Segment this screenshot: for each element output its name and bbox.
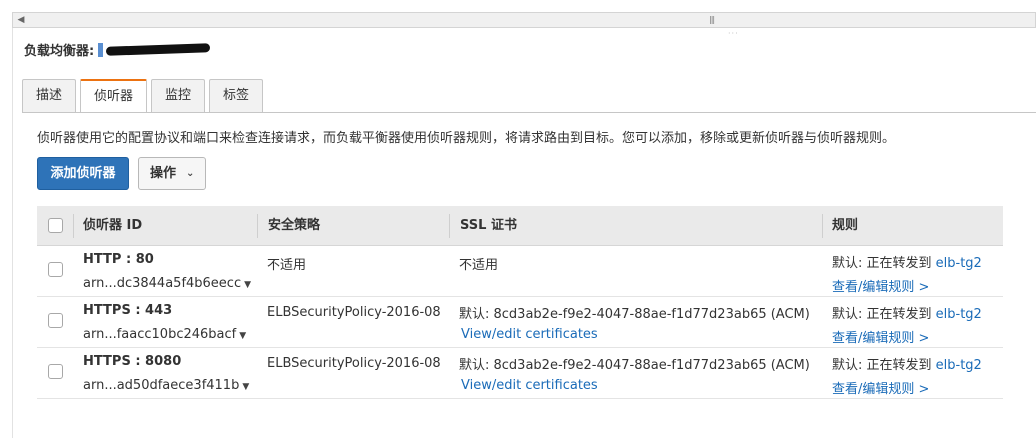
rule-text: 默认: 正在转发到: [832, 256, 932, 271]
column-header-ssl-certificate[interactable]: SSL 证书: [460, 206, 517, 246]
ssl-certificate: 默认: 8cd3ab2e-f9e2-4047-88ae-f1d77d23ab65…: [459, 307, 810, 322]
column-divider: [822, 214, 823, 238]
tab-description[interactable]: 描述: [22, 79, 77, 112]
table-row[interactable]: HTTPS : 443 arn...faacc10bc246bacf ▼ ELBS…: [37, 297, 1003, 348]
listener-protocol-port: HTTPS : 443: [83, 303, 173, 318]
rule-default: 默认: 正在转发到 elb-tg2: [832, 354, 982, 373]
tab-monitoring[interactable]: 监控: [151, 79, 206, 112]
column-header-listener-id[interactable]: 侦听器 ID: [83, 206, 142, 246]
actions-dropdown-button[interactable]: 操作 ⌄: [138, 157, 206, 190]
select-all-checkbox[interactable]: [48, 218, 63, 233]
chevron-down-icon: ⌄: [186, 168, 195, 179]
resize-grip-icon[interactable]: ···: [728, 28, 739, 40]
horizontal-scrollbar[interactable]: ◀ |||: [12, 12, 1036, 28]
listener-arn-text: arn...faacc10bc246bacf: [83, 327, 237, 342]
redacted-load-balancer-name: [106, 43, 211, 56]
listener-arn[interactable]: arn...ad50dfaece3f411b ▼: [83, 378, 249, 393]
load-balancer-label: 负载均衡器:: [24, 44, 95, 59]
detail-tabs: 描述 侦听器 监控 标签: [22, 79, 267, 113]
row-checkbox[interactable]: [48, 262, 63, 277]
listener-arn[interactable]: arn...faacc10bc246bacf ▼: [83, 327, 246, 342]
table-row[interactable]: HTTP : 80 arn...dc3844a5f4b6eecc ▼ 不适用 不适…: [37, 246, 1003, 297]
column-header-rules[interactable]: 规则: [832, 206, 858, 246]
tab-tags[interactable]: 标签: [209, 79, 264, 112]
grip-icon[interactable]: |||: [709, 13, 715, 27]
caret-down-icon[interactable]: ▼: [242, 382, 249, 392]
target-group-link[interactable]: elb-tg2: [936, 358, 982, 373]
listener-arn-text: arn...dc3844a5f4b6eecc: [83, 276, 242, 291]
target-group-link[interactable]: elb-tg2: [936, 256, 982, 271]
ssl-certificate: 不适用: [459, 258, 499, 273]
listener-arn-text: arn...ad50dfaece3f411b: [83, 378, 240, 393]
view-edit-certificates-link[interactable]: View/edit certificates: [461, 327, 598, 342]
column-divider: [257, 214, 258, 238]
security-policy: ELBSecurityPolicy-2016-08: [267, 356, 441, 371]
listeners-table: 侦听器 ID 安全策略 SSL 证书 规则 HTTP : 80 arn...dc…: [37, 206, 1003, 399]
row-checkbox[interactable]: [48, 313, 63, 328]
security-policy: ELBSecurityPolicy-2016-08: [267, 305, 441, 320]
table-row[interactable]: HTTPS : 8080 arn...ad50dfaece3f411b ▼ ELB…: [37, 348, 1003, 399]
column-divider: [73, 214, 74, 238]
listener-protocol-port: HTTP : 80: [83, 252, 154, 267]
rule-default: 默认: 正在转发到 elb-tg2: [832, 303, 982, 322]
load-balancer-header: 负载均衡器:: [24, 40, 211, 59]
panel-border: [12, 28, 13, 438]
security-policy: 不适用: [267, 258, 307, 273]
listener-protocol-port: HTTPS : 8080: [83, 354, 182, 369]
add-listener-button[interactable]: 添加侦听器: [37, 157, 129, 190]
scroll-left-icon[interactable]: ◀: [13, 13, 29, 27]
rule-text: 默认: 正在转发到: [832, 307, 932, 322]
listeners-description: 侦听器使用它的配置协议和端口来检查连接请求，而负载平衡器使用侦听器规则，将请求路…: [37, 131, 896, 146]
tab-listeners[interactable]: 侦听器: [80, 79, 148, 113]
listener-arn[interactable]: arn...dc3844a5f4b6eecc ▼: [83, 276, 251, 291]
column-divider: [449, 214, 450, 238]
view-edit-certificates-link[interactable]: View/edit certificates: [461, 378, 598, 393]
caret-down-icon[interactable]: ▼: [239, 331, 246, 341]
rule-text: 默认: 正在转发到: [832, 358, 932, 373]
column-header-security-policy[interactable]: 安全策略: [268, 206, 320, 246]
tab-divider: [22, 112, 1036, 113]
rule-default: 默认: 正在转发到 elb-tg2: [832, 252, 982, 271]
load-balancer-marker: [98, 42, 104, 57]
table-header: 侦听器 ID 安全策略 SSL 证书 规则: [37, 206, 1003, 246]
actions-label: 操作: [150, 166, 177, 181]
view-edit-rules-link[interactable]: 查看/编辑规则 >: [832, 276, 929, 295]
row-checkbox[interactable]: [48, 364, 63, 379]
view-edit-rules-link[interactable]: 查看/编辑规则 >: [832, 327, 929, 346]
ssl-certificate: 默认: 8cd3ab2e-f9e2-4047-88ae-f1d77d23ab65…: [459, 358, 810, 373]
view-edit-rules-link[interactable]: 查看/编辑规则 >: [832, 378, 929, 397]
target-group-link[interactable]: elb-tg2: [936, 307, 982, 322]
caret-down-icon[interactable]: ▼: [244, 280, 251, 290]
